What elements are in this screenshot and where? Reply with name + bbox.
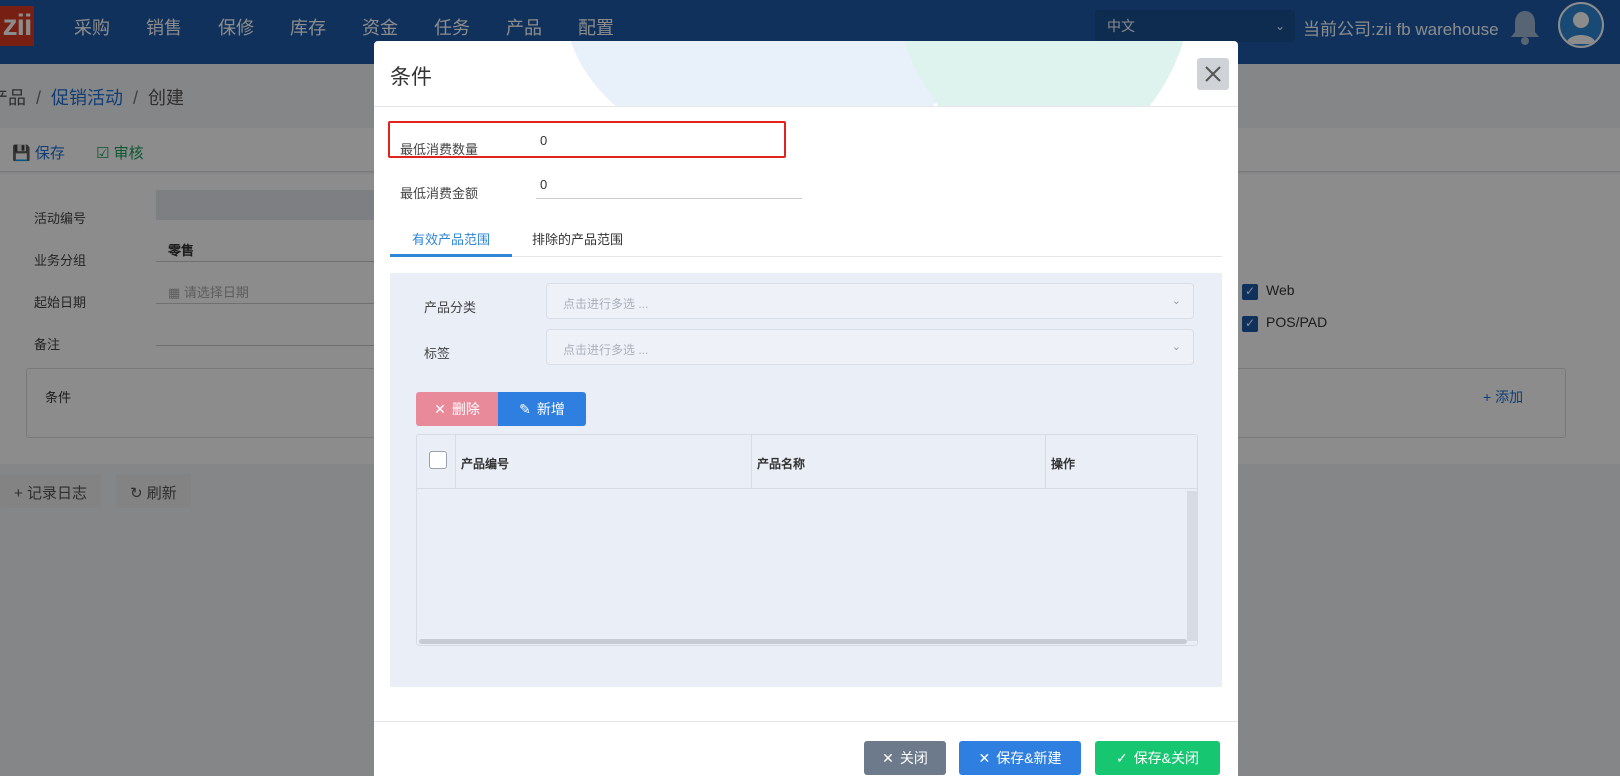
dialog-title: 条件 — [390, 66, 432, 89]
chevron-down-icon: ⌄ — [1171, 341, 1181, 353]
highlight-box — [388, 121, 786, 158]
table-header: 产品编号 产品名称 操作 — [417, 435, 1197, 489]
check-icon: ✓ — [1115, 749, 1128, 766]
category-label: 产品分类 — [424, 300, 477, 315]
dialog-header: 条件 — [374, 41, 1238, 107]
save-and-new-button[interactable]: ✕ 保存&新建 — [959, 741, 1081, 775]
edit-icon: ✎ — [519, 400, 531, 417]
condition-dialog: 条件 最低消费数量 0 最低消费金额 0 有效产品范围 排除的产品范围 产品分类… — [374, 41, 1238, 776]
chevron-down-icon: ⌄ — [1171, 295, 1181, 307]
header-decoration — [894, 41, 1194, 106]
tab-excluded-products[interactable]: 排除的产品范围 — [532, 229, 623, 248]
tag-label: 标签 — [424, 346, 451, 361]
column-product-code[interactable]: 产品编号 — [461, 455, 509, 472]
product-scope-tabs: 有效产品范围 排除的产品范围 — [390, 217, 1222, 257]
close-icon: ✕ — [882, 749, 894, 766]
select-all-checkbox[interactable] — [429, 451, 447, 469]
tab-valid-products[interactable]: 有效产品范围 — [412, 229, 490, 248]
add-product-button[interactable]: ✎ 新增 — [498, 392, 586, 426]
category-multiselect[interactable]: 点击进行多选 ... ⌄ — [546, 283, 1194, 319]
close-icon: ✕ — [434, 400, 446, 417]
column-action: 操作 — [1051, 457, 1076, 471]
dialog-footer: ✕ 关闭 ✕ 保存&新建 ✓ 保存&关闭 — [374, 721, 1238, 776]
tag-multiselect[interactable]: 点击进行多选 ... ⌄ — [546, 329, 1194, 365]
min-amount-input[interactable]: 0 — [536, 165, 802, 199]
product-table: 产品编号 产品名称 操作 — [416, 434, 1198, 646]
close-icon: ✕ — [978, 749, 991, 766]
min-amount-field: 最低消费金额 0 — [390, 165, 802, 201]
column-product-name[interactable]: 产品名称 — [757, 455, 805, 472]
product-scope-panel: 产品分类 点击进行多选 ... ⌄ 标签 点击进行多选 ... ⌄ ✕ 删除 ✎ 新… — [390, 273, 1222, 687]
min-amount-label: 最低消费金额 — [400, 186, 479, 201]
close-icon[interactable] — [1197, 58, 1229, 90]
delete-button[interactable]: ✕ 删除 — [416, 392, 498, 426]
save-and-close-button[interactable]: ✓ 保存&关闭 — [1095, 741, 1220, 775]
horizontal-scrollbar[interactable] — [419, 639, 1187, 644]
close-button[interactable]: ✕ 关闭 — [864, 741, 946, 775]
vertical-scrollbar[interactable] — [1187, 491, 1197, 641]
active-tab-indicator — [390, 254, 512, 257]
